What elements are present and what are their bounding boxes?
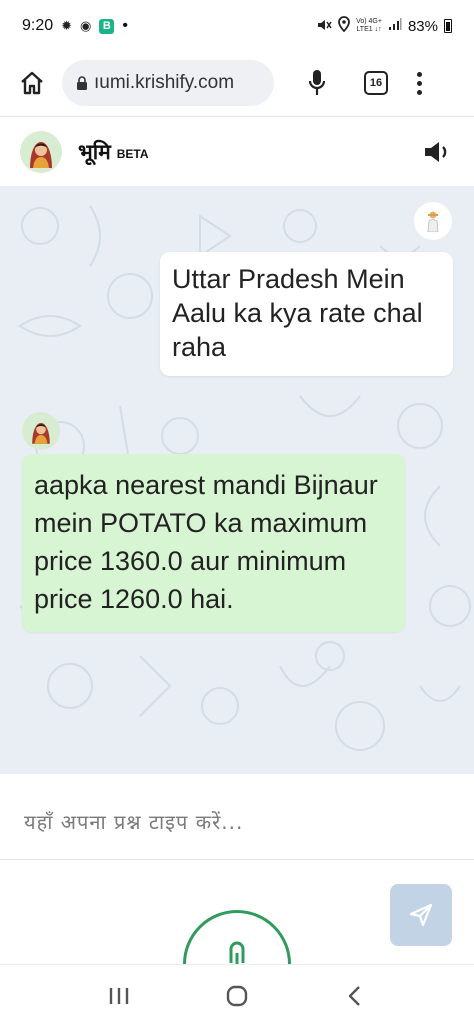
status-time: 9:20 (22, 17, 54, 34)
signal-icon (388, 17, 402, 36)
menu-dot (416, 89, 422, 95)
recent-apps-button[interactable] (99, 976, 139, 1016)
browser-toolbar: ıumi.krishify.com 16 (0, 52, 474, 114)
recent-apps-icon (109, 988, 129, 1004)
bhumi-avatar (20, 130, 62, 173)
battery-percent: 83% (407, 17, 438, 35)
user-message-text: Uttar Pradesh Mein Aalu ka kya rate chal… (172, 264, 423, 362)
input-area (0, 774, 474, 1018)
microphone-icon (308, 70, 326, 95)
home-button[interactable] (12, 63, 52, 103)
chat-area[interactable]: Uttar Pradesh Mein Aalu ka kya rate chal… (0, 186, 474, 774)
send-button[interactable] (390, 884, 452, 946)
battery-icon (444, 19, 452, 33)
speaker-button[interactable] (422, 136, 454, 168)
bot-message-bubble: aapka nearest mandi Bijnaur mein POTATO … (22, 454, 405, 632)
farmer-avatar-icon (427, 211, 439, 232)
url-text: ıumi.krishify.com (94, 72, 235, 93)
bot-message-text: aapka nearest mandi Bijnaur mein POTATO … (34, 470, 378, 614)
address-bar[interactable]: ıumi.krishify.com (62, 60, 274, 106)
send-icon (409, 903, 433, 927)
question-input[interactable] (0, 784, 474, 860)
android-navigation-bar (0, 964, 474, 1027)
app-header: भूमि BETA (0, 116, 474, 186)
beta-badge: BETA (116, 146, 149, 161)
app-title: भूमि (78, 139, 111, 164)
back-chevron-icon (348, 986, 360, 1006)
bot-avatar (22, 412, 60, 450)
location-icon (338, 15, 350, 37)
sync-icon: ◉ (80, 18, 92, 33)
more-notifications-icon: • (122, 17, 128, 34)
status-right: Vo) 4G+ LTE1 ↓↑ 83% (316, 15, 452, 37)
status-left: 9:20 ✹ ◉ B • (22, 17, 128, 35)
menu-dot (416, 80, 422, 86)
microphone-icon (229, 941, 245, 967)
speaker-icon (425, 141, 447, 162)
network-type: Vo) 4G+ LTE1 ↓↑ (356, 18, 382, 34)
lock-icon (77, 76, 87, 90)
user-message-bubble: Uttar Pradesh Mein Aalu ka kya rate chal… (160, 252, 453, 376)
woman-avatar-icon (32, 423, 50, 444)
status-bar: 9:20 ✹ ◉ B • Vo) 4G+ LTE1 ↓↑ 83% (0, 0, 474, 52)
user-avatar (414, 202, 452, 240)
network-bottom-label: LTE1 ↓↑ (356, 26, 382, 33)
home-icon (21, 71, 43, 95)
mute-icon (316, 17, 332, 36)
menu-dot (416, 71, 422, 77)
browser-menu-button[interactable] (414, 71, 424, 95)
tab-switcher-button[interactable]: 16 (364, 71, 388, 95)
brightness-icon: ✹ (61, 18, 73, 33)
app-notification-icon: B (99, 18, 115, 34)
woman-avatar-icon (30, 141, 52, 168)
home-circle-icon (226, 985, 248, 1007)
home-nav-button[interactable] (217, 976, 257, 1016)
back-button[interactable] (335, 976, 375, 1016)
network-top-label: Vo) 4G+ (356, 18, 382, 25)
voice-search-button[interactable] (302, 63, 332, 103)
